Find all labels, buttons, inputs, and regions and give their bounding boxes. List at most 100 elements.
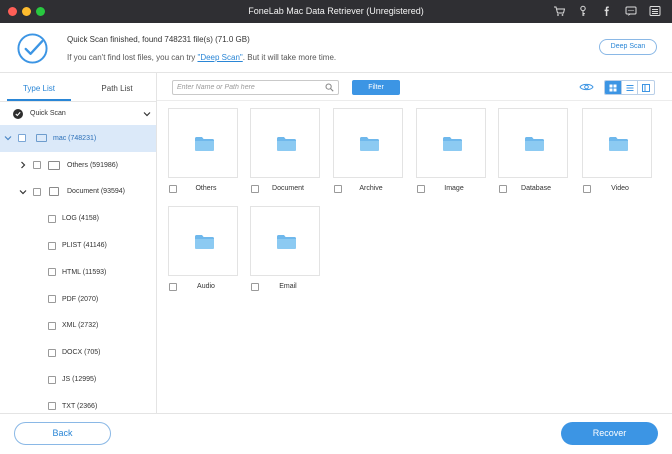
- deep-scan-hint: If you can't find lost files, you can tr…: [67, 53, 336, 62]
- plist-checkbox[interactable]: [48, 241, 56, 250]
- folder-icon: [195, 235, 214, 249]
- tree-item-js[interactable]: JS (12995): [0, 366, 156, 393]
- chevron-down-icon[interactable]: [4, 134, 12, 142]
- tree-item-label: mac (748231): [53, 134, 97, 142]
- folder-tile-box[interactable]: [582, 108, 652, 178]
- view-mode-switcher: [604, 80, 655, 95]
- recover-button[interactable]: Recover: [561, 422, 658, 445]
- menu-icon[interactable]: [648, 4, 662, 18]
- grid-view-icon: [609, 84, 617, 91]
- tree-item-document[interactable]: Document (93594): [0, 179, 156, 206]
- grid-view-button[interactable]: [605, 81, 622, 94]
- column-view-button[interactable]: [638, 81, 654, 94]
- eye-icon[interactable]: [579, 82, 594, 92]
- filter-button[interactable]: Filter: [352, 80, 400, 95]
- tree-item-log[interactable]: LOG (4158): [0, 205, 156, 232]
- chevron-down-icon[interactable]: [143, 110, 151, 118]
- quick-scan-label: Quick Scan: [30, 110, 66, 117]
- tree-item-label: TXT (2366): [62, 402, 98, 410]
- tree-item-label: JS (12995): [62, 376, 97, 384]
- quick-scan-row[interactable]: Quick Scan: [0, 101, 156, 125]
- footer-bar: Back Recover: [0, 413, 672, 454]
- folder-label: Audio: [197, 283, 215, 290]
- facebook-icon[interactable]: [600, 4, 614, 18]
- deep-scan-hint-prefix: If you can't find lost files, you can tr…: [67, 53, 198, 62]
- folder-tile-audio[interactable]: Audio: [168, 206, 238, 296]
- folder-label: Image: [444, 185, 464, 192]
- js-checkbox[interactable]: [48, 375, 56, 384]
- tab-path-list[interactable]: Path List: [78, 73, 156, 101]
- key-icon[interactable]: [576, 4, 590, 18]
- folder-icon: [277, 137, 296, 151]
- document-icon: [49, 187, 59, 197]
- tab-type-list[interactable]: Type List: [0, 73, 78, 101]
- folder-label: Document: [272, 185, 304, 192]
- folder-checkbox[interactable]: [251, 185, 259, 193]
- html-checkbox[interactable]: [48, 268, 56, 277]
- folder-label: Database: [521, 185, 551, 192]
- folder-checkbox[interactable]: [169, 185, 177, 193]
- folder-tile-document[interactable]: Document: [250, 108, 320, 198]
- folder-label: Email: [279, 283, 297, 290]
- tree-item-txt[interactable]: TXT (2366): [0, 393, 156, 413]
- hard-drive-icon: [36, 134, 47, 143]
- drive-checkbox[interactable]: [18, 134, 26, 143]
- docx-checkbox[interactable]: [48, 348, 56, 357]
- list-view-button[interactable]: [622, 81, 639, 94]
- others-checkbox[interactable]: [33, 161, 41, 170]
- folder-tile-box[interactable]: [168, 206, 238, 276]
- folder-checkbox[interactable]: [499, 185, 507, 193]
- folder-tile-archive[interactable]: Archive: [333, 108, 403, 198]
- txt-checkbox[interactable]: [48, 402, 56, 411]
- scan-result-text: Quick Scan finished, found 748231 file(s…: [67, 35, 250, 44]
- folder-checkbox[interactable]: [334, 185, 342, 193]
- folder-tile-image[interactable]: Image: [416, 108, 486, 198]
- tree-item-drive[interactable]: mac (748231): [0, 125, 156, 152]
- folder-tile-box[interactable]: [250, 206, 320, 276]
- log-checkbox[interactable]: [48, 214, 56, 223]
- tree-item-docx[interactable]: DOCX (705): [0, 339, 156, 366]
- tree-item-plist[interactable]: PLIST (41146): [0, 232, 156, 259]
- chevron-down-icon[interactable]: [19, 188, 27, 196]
- document-checkbox[interactable]: [33, 187, 41, 196]
- folder-label: Video: [611, 185, 629, 192]
- deep-scan-button[interactable]: Deep Scan: [599, 39, 657, 55]
- folder-checkbox[interactable]: [583, 185, 591, 193]
- search-icon[interactable]: [325, 83, 334, 92]
- back-button[interactable]: Back: [14, 422, 111, 445]
- folder-tile-email[interactable]: Email: [250, 206, 320, 296]
- search-input[interactable]: [177, 82, 322, 93]
- folder-checkbox[interactable]: [417, 185, 425, 193]
- folder-icon: [443, 137, 462, 151]
- folder-tile-database[interactable]: Database: [498, 108, 568, 198]
- checked-circle-icon: [13, 108, 23, 119]
- folder-icon: [525, 137, 544, 151]
- xml-checkbox[interactable]: [48, 321, 56, 330]
- deep-scan-link[interactable]: "Deep Scan": [197, 53, 242, 62]
- tree-item-label: Document (93594): [67, 188, 125, 196]
- pdf-checkbox[interactable]: [48, 295, 56, 304]
- scan-complete-check-icon: [17, 33, 48, 64]
- sidebar: Type List Path List Quick Scan mac (7482…: [0, 73, 157, 413]
- folder-tile-others[interactable]: Others: [168, 108, 238, 198]
- tree-item-xml[interactable]: XML (2732): [0, 313, 156, 340]
- folder-tile-box[interactable]: [416, 108, 486, 178]
- chevron-right-icon[interactable]: [19, 161, 27, 169]
- list-view-icon: [626, 84, 633, 91]
- folder-checkbox[interactable]: [169, 283, 177, 291]
- tree-item-others[interactable]: Others (591986): [0, 152, 156, 179]
- folder-icon: [195, 137, 214, 151]
- tree-item-html[interactable]: HTML (11593): [0, 259, 156, 286]
- sidebar-tabs: Type List Path List: [0, 73, 156, 101]
- cart-icon[interactable]: [552, 4, 566, 18]
- folder-tile-box[interactable]: [250, 108, 320, 178]
- tree-item-pdf[interactable]: PDF (2070): [0, 286, 156, 313]
- folder-tile-video[interactable]: Video: [582, 108, 652, 198]
- folder-tile-box[interactable]: [498, 108, 568, 178]
- tree-item-label: PDF (2070): [62, 295, 99, 303]
- chat-icon[interactable]: [624, 4, 638, 18]
- tree-item-label: HTML (11593): [62, 268, 107, 276]
- folder-tile-box[interactable]: [168, 108, 238, 178]
- folder-tile-box[interactable]: [333, 108, 403, 178]
- folder-checkbox[interactable]: [251, 283, 259, 291]
